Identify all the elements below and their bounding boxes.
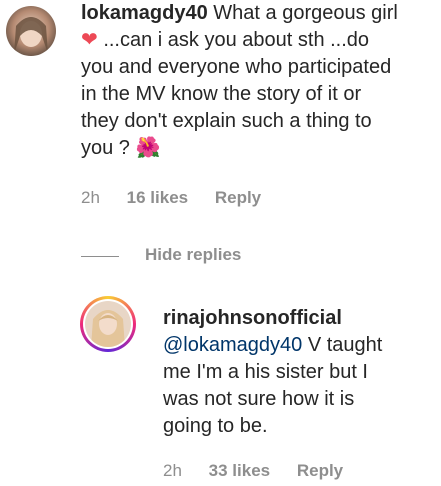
heart-emoji-icon: ❤ — [81, 29, 98, 51]
comment-reply-button[interactable]: Reply — [215, 188, 261, 207]
comment-username[interactable]: lokamagdy40 — [81, 2, 208, 24]
reply-reply-button[interactable]: Reply — [297, 461, 343, 480]
reply-username[interactable]: rinajohnsonofficial — [163, 305, 438, 332]
reply-mention-link[interactable]: @lokamagdy40 — [163, 334, 302, 356]
hibiscus-emoji-icon: 🌺 — [135, 137, 161, 159]
reply-likes[interactable]: 33 likes — [209, 461, 270, 480]
comment-meta: 2h 16 likes Reply — [81, 188, 283, 208]
comment-time: 2h — [81, 188, 100, 207]
hide-replies-button[interactable]: Hide replies — [145, 245, 241, 265]
reply-meta: 2h 33 likes Reply — [163, 461, 365, 481]
reply-avatar — [85, 301, 131, 347]
commenter-avatar[interactable] — [6, 6, 56, 56]
replies-divider — [81, 256, 119, 257]
comment-likes[interactable]: 16 likes — [127, 188, 188, 207]
reply-avatar-story-ring[interactable] — [80, 296, 136, 352]
reply-body: rinajohnsonofficial @lokamagdy40 V taugh… — [163, 305, 438, 440]
comment-body: lokamagdy40 What a gorgeous girl ❤ ...ca… — [81, 2, 398, 159]
reply-time: 2h — [163, 461, 182, 480]
